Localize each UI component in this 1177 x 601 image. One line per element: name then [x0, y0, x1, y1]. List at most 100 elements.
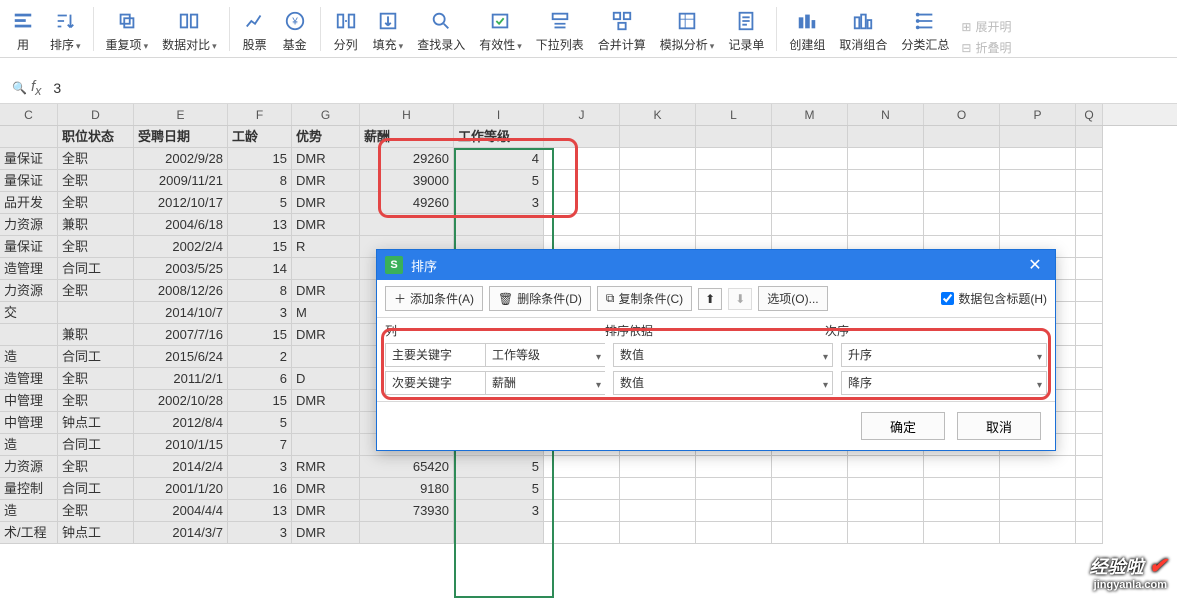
ribbon-subtotal[interactable]: 分类汇总	[895, 6, 955, 57]
header-cell[interactable]: 职位状态	[58, 126, 134, 148]
data-cell[interactable]: 术/工程	[0, 522, 58, 544]
data-cell[interactable]: 2008/12/26	[134, 280, 228, 302]
data-cell[interactable]: 9180	[360, 478, 454, 500]
data-cell[interactable]: 15	[228, 390, 292, 412]
empty-cell[interactable]	[1076, 126, 1103, 148]
header-cell[interactable]: 优势	[292, 126, 360, 148]
ribbon-validity[interactable]: 有效性▾	[473, 6, 528, 57]
ribbon-split[interactable]: 分列	[327, 6, 365, 57]
empty-cell[interactable]	[924, 214, 1000, 236]
empty-cell[interactable]	[772, 126, 848, 148]
data-cell[interactable]: 3	[454, 500, 544, 522]
empty-cell[interactable]	[848, 170, 924, 192]
empty-cell[interactable]	[1076, 412, 1103, 434]
empty-cell[interactable]	[924, 148, 1000, 170]
ribbon-consolidate[interactable]: 合并计算	[592, 6, 652, 57]
empty-cell[interactable]	[544, 126, 620, 148]
empty-cell[interactable]	[1076, 148, 1103, 170]
data-cell[interactable]: 钟点工	[58, 412, 134, 434]
data-cell[interactable]: 造管理	[0, 368, 58, 390]
data-cell[interactable]	[454, 214, 544, 236]
data-cell[interactable]: 造	[0, 434, 58, 456]
close-icon[interactable]: ✕	[1023, 255, 1047, 275]
data-cell[interactable]: R	[292, 236, 360, 258]
empty-cell[interactable]	[924, 456, 1000, 478]
ribbon-stock[interactable]: 股票	[236, 6, 274, 57]
empty-cell[interactable]	[848, 456, 924, 478]
data-cell[interactable]: 3	[454, 192, 544, 214]
data-cell[interactable]: 13	[228, 214, 292, 236]
data-cell[interactable]: 2003/5/25	[134, 258, 228, 280]
empty-cell[interactable]	[1076, 214, 1103, 236]
column-header-J[interactable]: J	[544, 104, 620, 125]
data-cell[interactable]: 全职	[58, 192, 134, 214]
empty-cell[interactable]	[1000, 456, 1076, 478]
empty-cell[interactable]	[544, 478, 620, 500]
data-cell[interactable]: 造管理	[0, 258, 58, 280]
empty-cell[interactable]	[848, 522, 924, 544]
data-cell[interactable]: DMR	[292, 390, 360, 412]
empty-cell[interactable]	[1076, 302, 1103, 324]
empty-cell[interactable]	[1000, 170, 1076, 192]
data-cell[interactable]: 力资源	[0, 456, 58, 478]
data-cell[interactable]: 造	[0, 346, 58, 368]
data-cell[interactable]: 2004/6/18	[134, 214, 228, 236]
column-header-L[interactable]: L	[696, 104, 772, 125]
empty-cell[interactable]	[848, 126, 924, 148]
empty-cell[interactable]	[848, 214, 924, 236]
data-cell[interactable]	[292, 434, 360, 456]
data-cell[interactable]: 39000	[360, 170, 454, 192]
data-cell[interactable]: 16	[228, 478, 292, 500]
data-cell[interactable]: 8	[228, 280, 292, 302]
empty-cell[interactable]	[1076, 478, 1103, 500]
data-cell[interactable]: 合同工	[58, 258, 134, 280]
empty-cell[interactable]	[1000, 478, 1076, 500]
empty-cell[interactable]	[620, 126, 696, 148]
ribbon-record-form[interactable]: 记录单	[722, 6, 770, 57]
empty-cell[interactable]	[620, 478, 696, 500]
empty-cell[interactable]	[620, 192, 696, 214]
data-cell[interactable]: 全职	[58, 456, 134, 478]
dialog-titlebar[interactable]: S 排序 ✕	[377, 250, 1055, 280]
header-cell[interactable]: 工龄	[228, 126, 292, 148]
ribbon-whatif[interactable]: 模拟分析▾	[654, 6, 721, 57]
data-cell[interactable]: 全职	[58, 390, 134, 412]
empty-cell[interactable]	[1000, 126, 1076, 148]
data-cell[interactable]: DMR	[292, 170, 360, 192]
header-checkbox-input[interactable]	[941, 292, 954, 305]
empty-cell[interactable]	[696, 478, 772, 500]
empty-cell[interactable]	[696, 126, 772, 148]
data-cell[interactable]: 2009/11/21	[134, 170, 228, 192]
data-cell[interactable]: DMR	[292, 214, 360, 236]
empty-cell[interactable]	[924, 126, 1000, 148]
empty-cell[interactable]	[772, 478, 848, 500]
data-cell[interactable]	[292, 346, 360, 368]
data-cell[interactable]: 2015/6/24	[134, 346, 228, 368]
data-cell[interactable]: 2014/2/4	[134, 456, 228, 478]
empty-cell[interactable]	[1076, 170, 1103, 192]
header-cell[interactable]: 受聘日期	[134, 126, 228, 148]
ribbon-ungroup[interactable]: 取消组合	[833, 6, 893, 57]
empty-cell[interactable]	[772, 522, 848, 544]
empty-cell[interactable]	[772, 456, 848, 478]
ribbon-compare[interactable]: 数据对比▾	[156, 6, 223, 57]
empty-cell[interactable]	[620, 148, 696, 170]
empty-cell[interactable]	[772, 214, 848, 236]
data-cell[interactable]: DMR	[292, 522, 360, 544]
data-cell[interactable]: 3	[228, 302, 292, 324]
data-cell[interactable]: 造	[0, 500, 58, 522]
data-cell[interactable]: 力资源	[0, 280, 58, 302]
sort-order-select[interactable]: 降序	[841, 371, 1047, 395]
column-header-Q[interactable]: Q	[1076, 104, 1103, 125]
empty-cell[interactable]	[1076, 280, 1103, 302]
column-header-H[interactable]: H	[360, 104, 454, 125]
empty-cell[interactable]	[544, 214, 620, 236]
ribbon-find-input[interactable]: 查找录入	[411, 6, 471, 57]
empty-cell[interactable]	[1076, 192, 1103, 214]
data-cell[interactable]: 2002/10/28	[134, 390, 228, 412]
data-cell[interactable]: 2014/3/7	[134, 522, 228, 544]
empty-cell[interactable]	[1000, 192, 1076, 214]
data-cell[interactable]: 2007/7/16	[134, 324, 228, 346]
empty-cell[interactable]	[848, 500, 924, 522]
empty-cell[interactable]	[1076, 522, 1103, 544]
